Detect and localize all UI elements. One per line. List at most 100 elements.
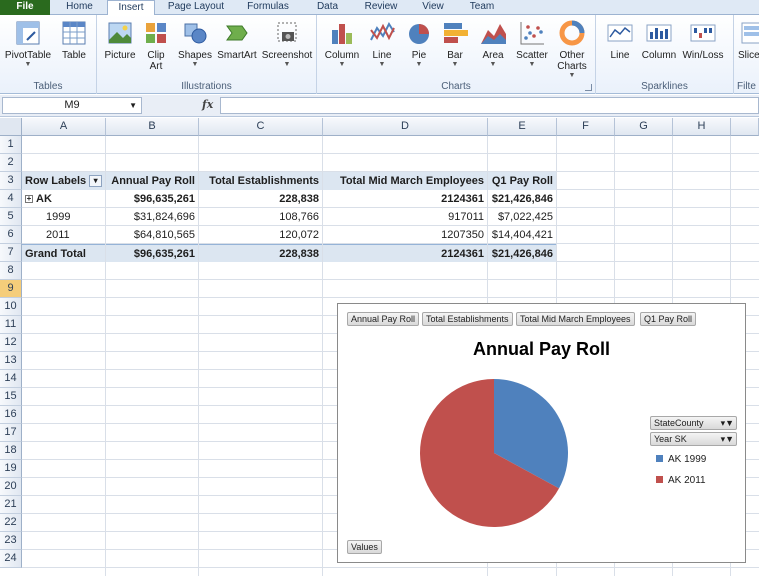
pivot-value-cell[interactable]: 2124361 xyxy=(323,190,487,208)
pivot-row-label[interactable]: 1999 xyxy=(22,208,105,226)
row-header[interactable]: 10 xyxy=(0,298,22,316)
other-charts-button[interactable]: Other Charts ▼ xyxy=(552,18,592,80)
scatter-chart-button[interactable]: Scatter ▼ xyxy=(513,18,551,69)
column-header[interactable]: B xyxy=(106,118,199,136)
row-header[interactable]: 14 xyxy=(0,370,22,388)
select-all-corner[interactable] xyxy=(0,118,22,136)
pivot-header-cell[interactable]: Annual Pay Roll xyxy=(106,172,198,190)
clip-art-button[interactable]: Clip Art xyxy=(141,18,171,72)
collapse-icon[interactable]: + xyxy=(25,195,33,204)
screenshot-button[interactable]: Screenshot ▼ xyxy=(259,18,315,69)
tab-team[interactable]: Team xyxy=(460,0,504,15)
tab-file[interactable]: File xyxy=(0,0,50,15)
row-header[interactable]: 15 xyxy=(0,388,22,406)
column-header[interactable]: G xyxy=(615,118,673,136)
row-header[interactable]: 21 xyxy=(0,496,22,514)
pivot-value-cell[interactable]: 120,072 xyxy=(199,226,322,244)
name-box[interactable]: M9 ▼ xyxy=(2,97,142,114)
pivottable-button[interactable]: PivotTable ▼ xyxy=(3,18,53,69)
pivot-value-cell[interactable]: $21,426,846 xyxy=(488,190,556,208)
row-header[interactable]: 8 xyxy=(0,262,22,280)
row-header[interactable]: 24 xyxy=(0,550,22,568)
pivot-row-label[interactable]: 2011 xyxy=(22,226,105,244)
pivot-value-cell[interactable]: 228,838 xyxy=(199,244,322,262)
column-header[interactable]: A xyxy=(22,118,106,136)
pivot-value-cell[interactable]: $96,635,261 xyxy=(106,190,198,208)
shapes-button[interactable]: Shapes ▼ xyxy=(175,18,215,69)
chart-field-button[interactable]: Q1 Pay Roll xyxy=(640,312,697,326)
sparkline-line-button[interactable]: Line xyxy=(602,18,638,61)
tab-insert[interactable]: Insert xyxy=(107,0,155,16)
row-header[interactable]: 17 xyxy=(0,424,22,442)
column-header[interactable] xyxy=(731,118,759,136)
table-button[interactable]: Table xyxy=(54,18,94,61)
line-chart-button[interactable]: Line ▼ xyxy=(365,18,399,69)
pivot-header-cell[interactable]: Q1 Pay Roll xyxy=(488,172,556,190)
chart-field-button[interactable]: Total Establishments xyxy=(422,312,513,326)
row-header[interactable]: 12 xyxy=(0,334,22,352)
column-header[interactable]: C xyxy=(199,118,323,136)
pivot-value-cell[interactable]: 2124361 xyxy=(323,244,487,262)
row-header[interactable]: 18 xyxy=(0,442,22,460)
pivot-header-cell[interactable]: Row Labels ▾ xyxy=(22,172,105,190)
sparkline-column-button[interactable]: Column xyxy=(639,18,679,61)
tab-formulas[interactable]: Formulas xyxy=(238,0,298,15)
row-header[interactable]: 13 xyxy=(0,352,22,370)
pivot-value-cell[interactable]: 228,838 xyxy=(199,190,322,208)
pivot-row-label[interactable]: Grand Total xyxy=(22,244,105,262)
filter-icon[interactable]: ▾▼ xyxy=(721,433,734,445)
sparkline-winloss-button[interactable]: Win/Loss xyxy=(680,18,726,61)
pivot-value-cell[interactable]: $14,404,421 xyxy=(488,226,556,244)
column-header[interactable]: F xyxy=(557,118,615,136)
column-header[interactable]: E xyxy=(488,118,557,136)
tab-page-layout[interactable]: Page Layout xyxy=(160,0,232,15)
row-header[interactable]: 11 xyxy=(0,316,22,334)
row-header[interactable]: 20 xyxy=(0,478,22,496)
pivot-value-cell[interactable]: 1207350 xyxy=(323,226,487,244)
row-header[interactable]: 16 xyxy=(0,406,22,424)
pivot-value-cell[interactable]: $7,022,425 xyxy=(488,208,556,226)
row-header[interactable]: 2 xyxy=(0,154,22,172)
tab-home[interactable]: Home xyxy=(52,0,107,15)
pivot-chart[interactable]: Annual Pay Roll Total Establishments Tot… xyxy=(337,303,746,563)
tab-data[interactable]: Data xyxy=(305,0,350,15)
pivot-value-cell[interactable]: $21,426,846 xyxy=(488,244,556,262)
row-header[interactable]: 3 xyxy=(0,172,22,190)
column-chart-button[interactable]: Column ▼ xyxy=(320,18,364,69)
picture-button[interactable]: Picture xyxy=(101,18,139,61)
row-header[interactable]: 22 xyxy=(0,514,22,532)
area-chart-button[interactable]: Area ▼ xyxy=(475,18,511,69)
formula-input[interactable] xyxy=(220,97,759,114)
filter-icon[interactable]: ▾▼ xyxy=(721,417,734,429)
tab-review[interactable]: Review xyxy=(357,0,405,15)
row-header[interactable]: 19 xyxy=(0,460,22,478)
row-header[interactable]: 7 xyxy=(0,244,22,262)
row-header[interactable]: 9 xyxy=(0,280,22,298)
pivot-header-cell[interactable]: Total Mid March Employees xyxy=(323,172,487,190)
column-header[interactable]: H xyxy=(673,118,731,136)
chart-field-button[interactable]: Annual Pay Roll xyxy=(347,312,420,326)
row-labels-filter-icon[interactable]: ▾ xyxy=(89,175,103,188)
column-header[interactable]: D xyxy=(323,118,488,136)
pivot-value-cell[interactable]: 108,766 xyxy=(199,208,322,226)
row-header[interactable]: 1 xyxy=(0,136,22,154)
pivot-row-label[interactable]: + AK xyxy=(22,190,105,208)
slicer-button[interactable]: Slice xyxy=(738,18,759,61)
legend-field-button[interactable]: StateCounty ▾▼ xyxy=(650,416,737,430)
row-header[interactable]: 4 xyxy=(0,190,22,208)
row-header[interactable]: 5 xyxy=(0,208,22,226)
row-header[interactable]: 23 xyxy=(0,532,22,550)
chart-field-button[interactable]: Total Mid March Employees xyxy=(516,312,635,326)
pivot-value-cell[interactable]: 917011 xyxy=(323,208,487,226)
pivot-value-cell[interactable]: $31,824,696 xyxy=(106,208,198,226)
tab-view[interactable]: View xyxy=(412,0,454,15)
charts-dialog-launcher-icon[interactable] xyxy=(585,84,592,91)
legend-field-button[interactable]: Year SK ▾▼ xyxy=(650,432,737,446)
insert-function-icon[interactable]: fx xyxy=(202,98,213,111)
chevron-down-icon[interactable]: ▼ xyxy=(129,98,137,113)
row-header[interactable]: 6 xyxy=(0,226,22,244)
bar-chart-button[interactable]: Bar ▼ xyxy=(439,18,471,69)
values-field-button[interactable]: Values xyxy=(347,540,382,554)
pie-chart-button[interactable]: Pie ▼ xyxy=(403,18,435,69)
smartart-button[interactable]: SmartArt xyxy=(215,18,259,61)
